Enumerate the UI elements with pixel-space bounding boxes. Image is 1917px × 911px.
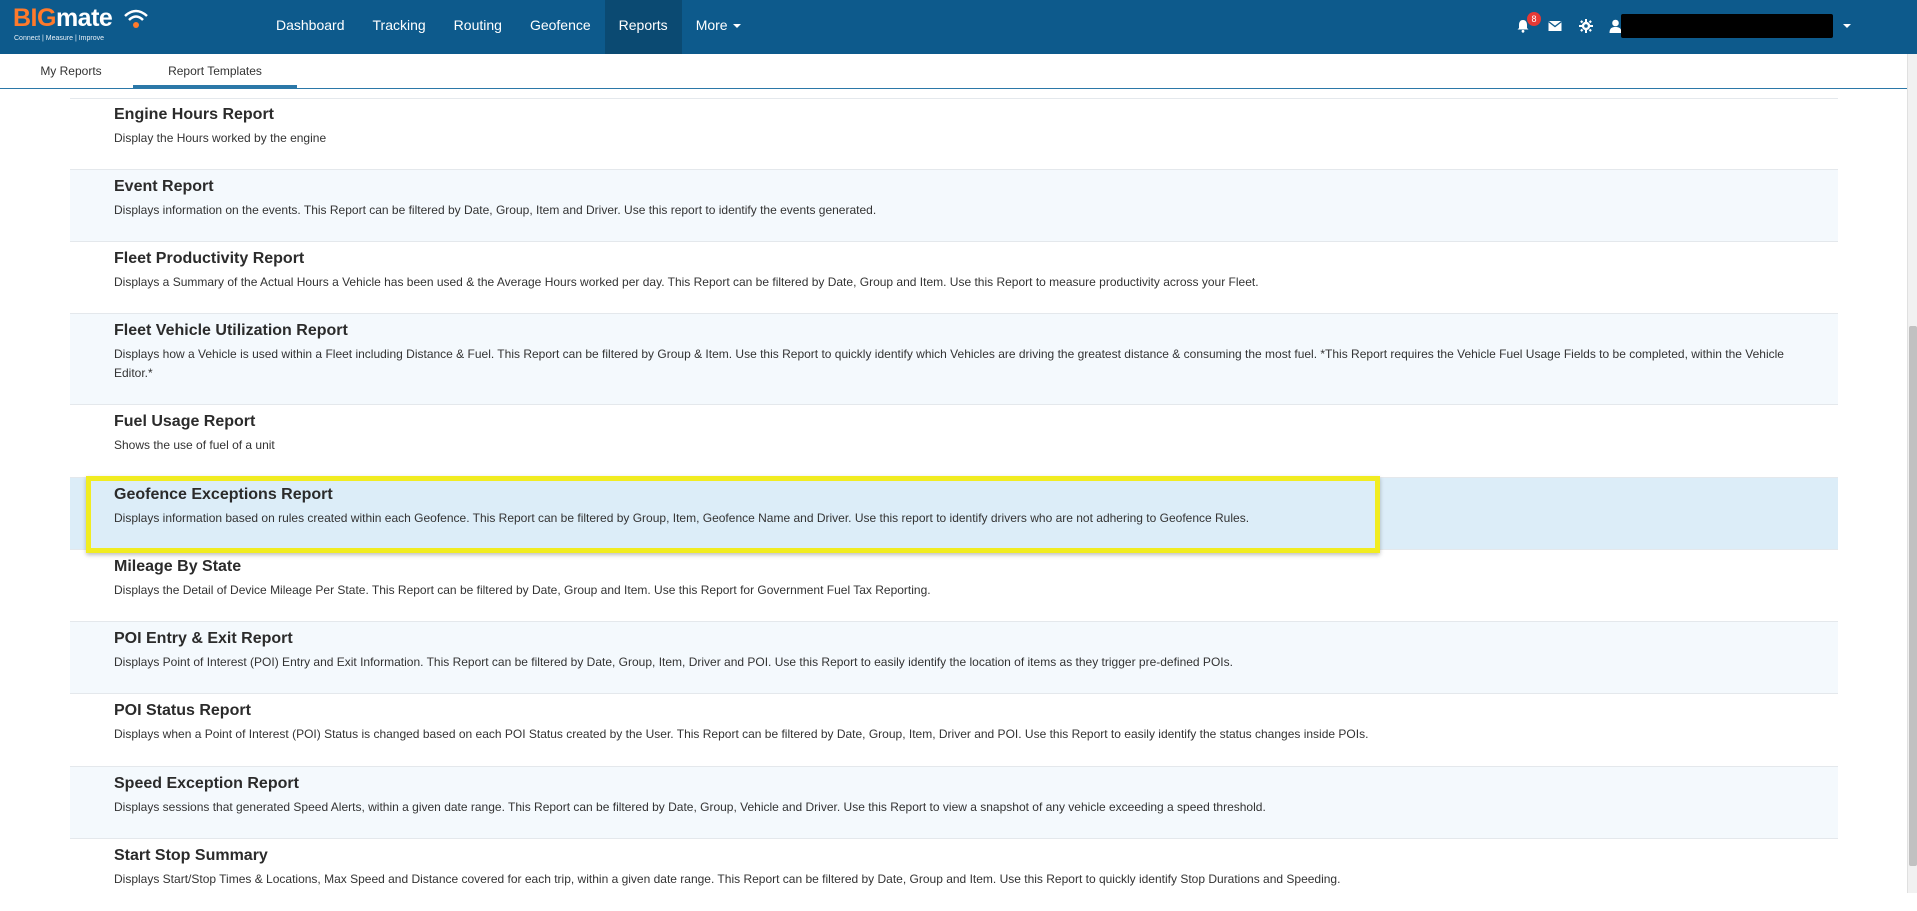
report-description: Displays sessions that generated Speed A… xyxy=(114,800,1266,814)
report-row-poi-entry-exit[interactable]: POI Entry & Exit Report Displays Point o… xyxy=(70,622,1838,694)
tab-my-reports[interactable]: My Reports xyxy=(29,54,113,87)
report-row-poi-status[interactable]: POI Status Report Displays when a Point … xyxy=(70,694,1838,767)
report-description: Displays how a Vehicle is used within a … xyxy=(114,347,1784,380)
report-title: Event Report xyxy=(114,178,214,195)
nav-more[interactable]: More xyxy=(682,0,755,54)
report-title: Mileage By State xyxy=(114,558,242,575)
logo-wordmark: BIGmate xyxy=(13,3,113,33)
report-title: POI Entry & Exit Report xyxy=(114,630,293,647)
notifications-button[interactable]: 8 xyxy=(1514,12,1541,36)
gear-icon xyxy=(1579,19,1593,33)
username-redacted[interactable] xyxy=(1621,14,1833,38)
messages-button[interactable] xyxy=(1546,16,1566,36)
report-description: Displays Start/Stop Times & Locations, M… xyxy=(114,872,1341,886)
chevron-down-icon xyxy=(732,24,741,29)
main-nav: Dashboard Tracking Routing Geofence Repo… xyxy=(262,0,755,54)
report-description: Displays when a Point of Interest (POI) … xyxy=(114,727,1369,741)
nav-geofence[interactable]: Geofence xyxy=(516,0,605,54)
report-title: POI Status Report xyxy=(114,702,251,719)
report-row-engine-hours[interactable]: Engine Hours Report Display the Hours wo… xyxy=(70,98,1838,170)
scrollbar-thumb[interactable] xyxy=(1909,326,1917,866)
report-description: Shows the use of fuel of a unit xyxy=(114,438,275,452)
report-title: Fleet Vehicle Utilization Report xyxy=(114,322,348,339)
logo-big: BIG xyxy=(13,4,56,32)
envelope-icon xyxy=(1548,20,1562,31)
report-description: Displays a Summary of the Actual Hours a… xyxy=(114,275,1259,289)
bigmate-logo[interactable]: BIGmate Connect | Measure | Improve xyxy=(13,3,148,48)
report-subtabs: My Reports Report Templates xyxy=(0,54,1907,89)
report-description: Displays information on the events. This… xyxy=(114,203,877,217)
chevron-down-icon[interactable] xyxy=(1843,24,1851,28)
report-title: Geofence Exceptions Report xyxy=(114,486,333,503)
report-description: Displays Point of Interest (POI) Entry a… xyxy=(114,655,1233,669)
report-title: Fleet Productivity Report xyxy=(114,250,305,267)
page-scrollbar[interactable] xyxy=(1907,54,1917,893)
report-row-fleet-productivity[interactable]: Fleet Productivity Report Displays a Sum… xyxy=(70,242,1838,314)
nav-routing[interactable]: Routing xyxy=(440,0,516,54)
logo-mate: mate xyxy=(55,4,113,32)
nav-tracking[interactable]: Tracking xyxy=(359,0,440,54)
top-navbar: BIGmate Connect | Measure | Improve Dash… xyxy=(0,0,1917,54)
report-row-fuel-usage[interactable]: Fuel Usage Report Shows the use of fuel … xyxy=(70,405,1838,478)
report-description: Displays information based on rules crea… xyxy=(114,511,1250,525)
report-description: Displays the Detail of Device Mileage Pe… xyxy=(114,583,931,597)
nav-more-label: More xyxy=(695,17,728,33)
report-title: Engine Hours Report xyxy=(114,106,275,123)
report-title: Speed Exception Report xyxy=(114,775,299,792)
report-row-event[interactable]: Event Report Displays information on the… xyxy=(70,170,1838,242)
report-row-start-stop-summary[interactable]: Start Stop Summary Displays Start/Stop T… xyxy=(70,839,1838,911)
report-template-list: Engine Hours Report Display the Hours wo… xyxy=(70,99,1838,911)
nav-dashboard[interactable]: Dashboard xyxy=(262,0,359,54)
report-row-fleet-vehicle-utilization[interactable]: Fleet Vehicle Utilization Report Display… xyxy=(70,314,1838,405)
nav-reports[interactable]: Reports xyxy=(604,0,682,54)
settings-button[interactable] xyxy=(1577,16,1597,36)
report-row-mileage-by-state[interactable]: Mileage By State Displays the Detail of … xyxy=(70,550,1838,622)
report-description: Display the Hours worked by the engine xyxy=(114,131,327,145)
report-title: Fuel Usage Report xyxy=(114,413,256,430)
wifi-signal-icon xyxy=(124,9,148,28)
notification-count-badge: 8 xyxy=(1527,12,1541,26)
report-title: Start Stop Summary xyxy=(114,847,268,864)
logo-tagline: Connect | Measure | Improve xyxy=(14,35,105,42)
report-row-speed-exception[interactable]: Speed Exception Report Displays sessions… xyxy=(70,767,1838,839)
report-row-geofence-exceptions[interactable]: Geofence Exceptions Report Displays info… xyxy=(70,478,1838,550)
tab-report-templates[interactable]: Report Templates xyxy=(133,54,297,88)
